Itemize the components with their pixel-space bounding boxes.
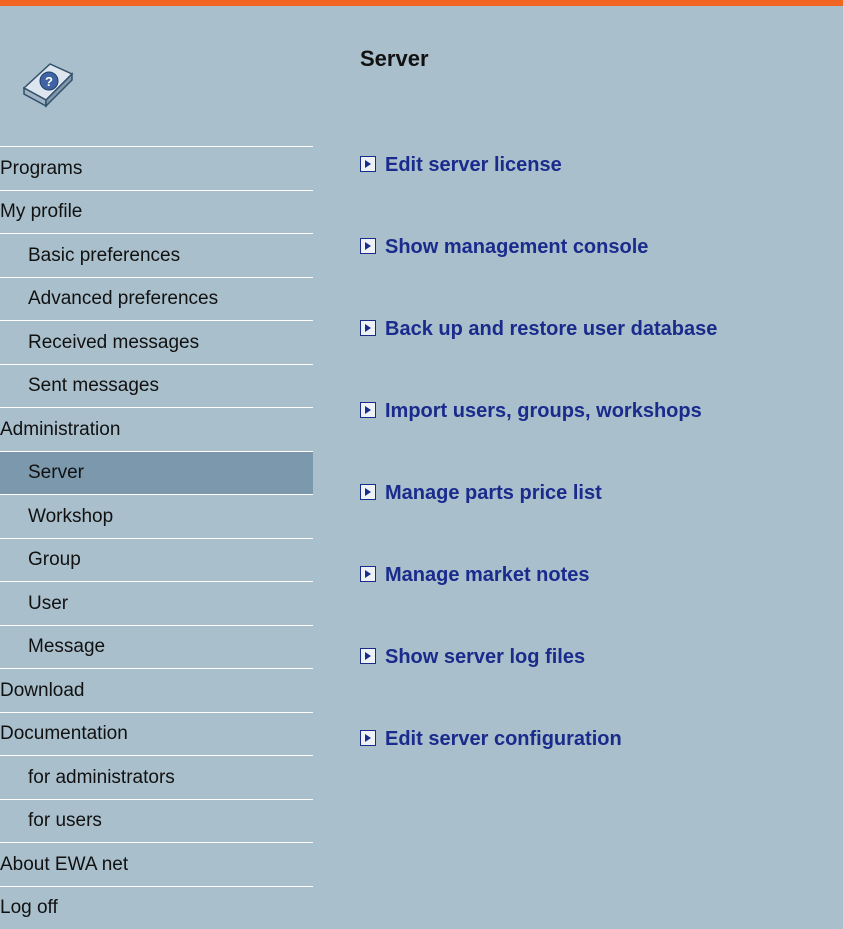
import-users-groups-workshops-link[interactable]: Import users, groups, workshops bbox=[360, 370, 843, 452]
sidebar-item-label: Server bbox=[28, 463, 84, 482]
sidebar-item-group[interactable]: Group bbox=[0, 538, 313, 582]
help-book-icon: ? bbox=[20, 54, 80, 110]
sidebar-item-label: Sent messages bbox=[28, 376, 159, 395]
sidebar: ? Programs My profile Basic preferences … bbox=[0, 6, 313, 927]
sidebar-item-programs[interactable]: Programs bbox=[0, 146, 313, 190]
sidebar-item-label: My profile bbox=[0, 202, 82, 221]
show-management-console-link[interactable]: Show management console bbox=[360, 206, 843, 288]
sidebar-item-basic-preferences[interactable]: Basic preferences bbox=[0, 233, 313, 277]
sidebar-item-workshop[interactable]: Workshop bbox=[0, 494, 313, 538]
edit-server-configuration-link[interactable]: Edit server configuration bbox=[360, 698, 843, 780]
svg-text:?: ? bbox=[45, 74, 53, 89]
server-actions-list: Edit server license Show management cons… bbox=[360, 124, 843, 780]
sidebar-item-user[interactable]: User bbox=[0, 581, 313, 625]
sidebar-item-download[interactable]: Download bbox=[0, 668, 313, 712]
sidebar-item-label: Log off bbox=[0, 898, 58, 917]
sidebar-item-label: Group bbox=[28, 550, 81, 569]
arrow-right-icon bbox=[360, 238, 376, 254]
sidebar-item-administration[interactable]: Administration bbox=[0, 407, 313, 451]
sidebar-item-advanced-preferences[interactable]: Advanced preferences bbox=[0, 277, 313, 321]
sidebar-item-sent-messages[interactable]: Sent messages bbox=[0, 364, 313, 408]
sidebar-item-label: About EWA net bbox=[0, 855, 128, 874]
sidebar-item-log-off[interactable]: Log off bbox=[0, 886, 313, 929]
sidebar-item-for-administrators[interactable]: for administrators bbox=[0, 755, 313, 799]
sidebar-item-message[interactable]: Message bbox=[0, 625, 313, 669]
link-label: Manage parts price list bbox=[385, 482, 602, 505]
arrow-right-icon bbox=[360, 484, 376, 500]
sidebar-item-label: for users bbox=[28, 811, 102, 830]
sidebar-item-label: Advanced preferences bbox=[28, 289, 218, 308]
arrow-right-icon bbox=[360, 566, 376, 582]
link-label: Back up and restore user database bbox=[385, 318, 717, 341]
sidebar-item-label: for administrators bbox=[28, 768, 175, 787]
arrow-right-icon bbox=[360, 402, 376, 418]
sidebar-item-server[interactable]: Server bbox=[0, 451, 313, 495]
sidebar-item-my-profile[interactable]: My profile bbox=[0, 190, 313, 234]
sidebar-item-about-ewa-net[interactable]: About EWA net bbox=[0, 842, 313, 886]
link-label: Show management console bbox=[385, 236, 648, 259]
sidebar-item-label: User bbox=[28, 594, 68, 613]
page-title: Server bbox=[360, 46, 429, 72]
sidebar-menu: Programs My profile Basic preferences Ad… bbox=[0, 146, 313, 929]
sidebar-item-label: Programs bbox=[0, 159, 82, 178]
show-server-log-files-link[interactable]: Show server log files bbox=[360, 616, 843, 698]
sidebar-item-label: Administration bbox=[0, 420, 120, 439]
manage-parts-price-list-link[interactable]: Manage parts price list bbox=[360, 452, 843, 534]
arrow-right-icon bbox=[360, 156, 376, 172]
link-label: Edit server configuration bbox=[385, 728, 622, 751]
sidebar-item-for-users[interactable]: for users bbox=[0, 799, 313, 843]
link-label: Show server log files bbox=[385, 646, 585, 669]
sidebar-item-label: Workshop bbox=[28, 507, 113, 526]
link-label: Manage market notes bbox=[385, 564, 590, 587]
arrow-right-icon bbox=[360, 320, 376, 336]
edit-server-license-link[interactable]: Edit server license bbox=[360, 124, 843, 206]
sidebar-item-label: Documentation bbox=[0, 724, 128, 743]
sidebar-item-documentation[interactable]: Documentation bbox=[0, 712, 313, 756]
sidebar-item-label: Message bbox=[28, 637, 105, 656]
sidebar-item-label: Received messages bbox=[28, 333, 199, 352]
backup-restore-user-database-link[interactable]: Back up and restore user database bbox=[360, 288, 843, 370]
link-label: Edit server license bbox=[385, 154, 562, 177]
sidebar-item-received-messages[interactable]: Received messages bbox=[0, 320, 313, 364]
sidebar-item-label: Basic preferences bbox=[28, 246, 180, 265]
manage-market-notes-link[interactable]: Manage market notes bbox=[360, 534, 843, 616]
sidebar-item-label: Download bbox=[0, 681, 85, 700]
arrow-right-icon bbox=[360, 648, 376, 664]
link-label: Import users, groups, workshops bbox=[385, 400, 702, 423]
arrow-right-icon bbox=[360, 730, 376, 746]
